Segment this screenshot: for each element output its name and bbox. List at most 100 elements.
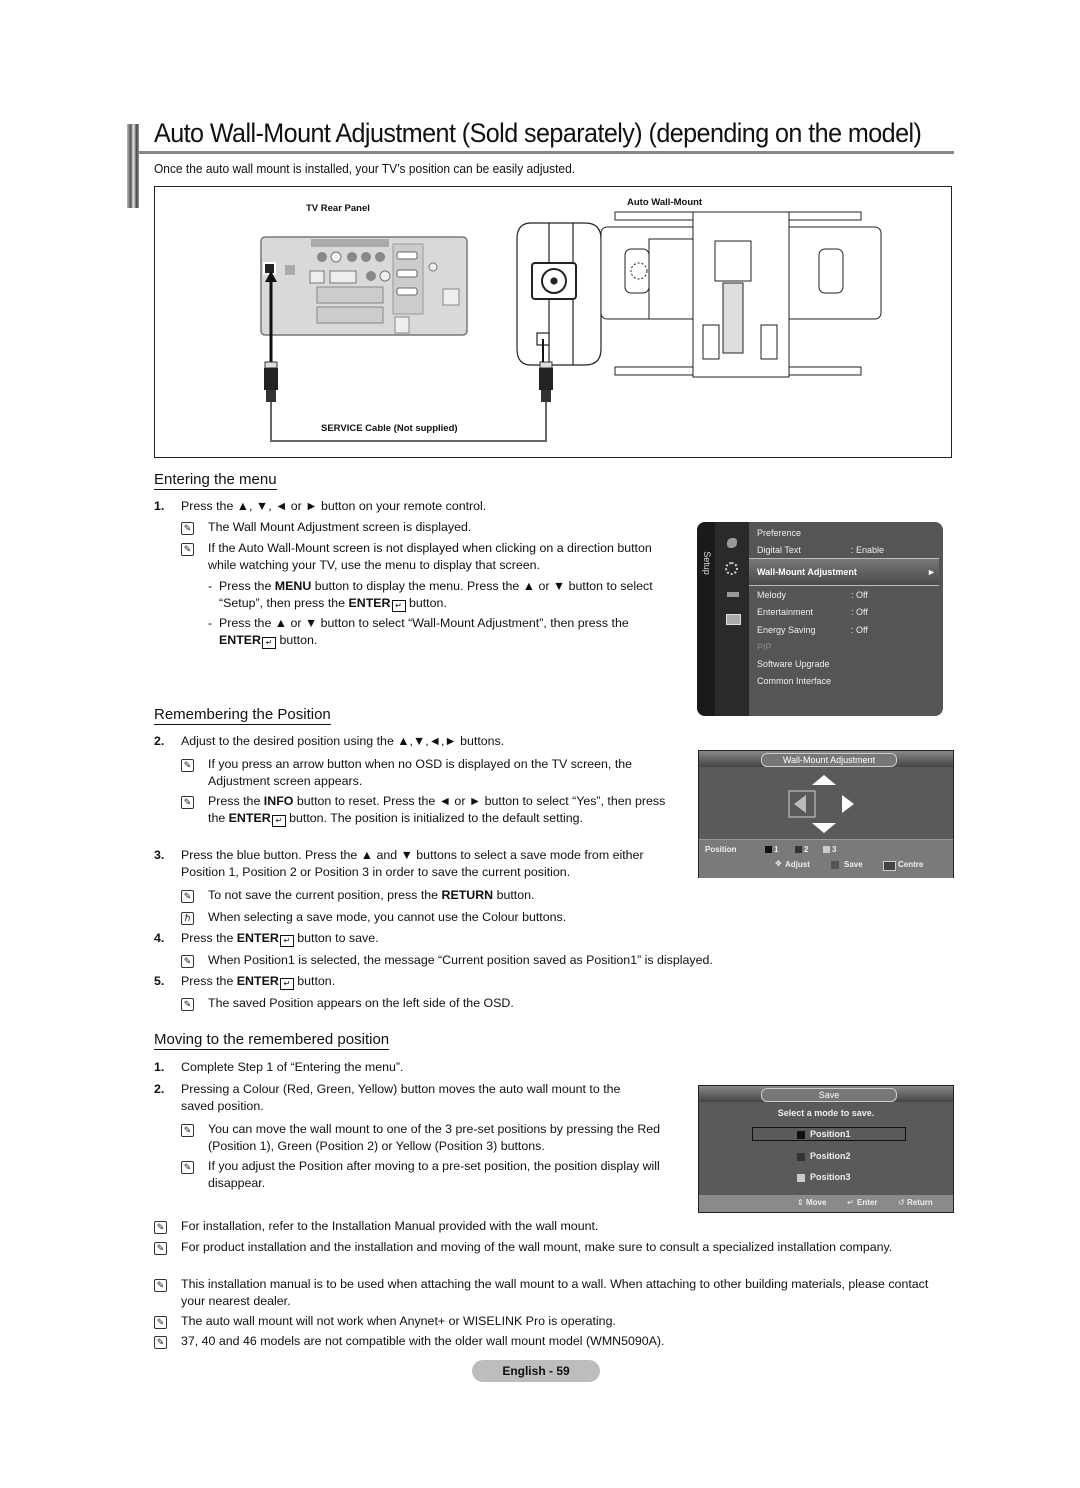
note-icon: ✎: [181, 998, 194, 1011]
save-prompt: Select a mode to save.: [777, 1108, 875, 1118]
bottom-note-4: ✎ The auto wall mount will not work when…: [154, 1313, 934, 1330]
note-icon: ✎: [181, 955, 194, 968]
title-divider: [139, 151, 954, 154]
step-text: Pressing a Colour (Red, Green, Yellow) b…: [181, 1082, 621, 1113]
position-label: Position: [705, 845, 737, 854]
step-number: 2.: [154, 734, 165, 748]
menu-item-energy-saving[interactable]: Energy Saving: [757, 625, 816, 635]
energy-saving-value: : Off: [851, 625, 868, 635]
entertainment-value: : Off: [851, 607, 868, 617]
setup-tab-label[interactable]: Setup: [702, 543, 712, 583]
move-icon: ⇕: [797, 1198, 804, 1207]
sub-text: Press the ▲ or ▼ button to select “Wall-…: [219, 616, 629, 649]
submenu-arrow-icon: ►: [927, 567, 936, 577]
osd-title: Wall-Mount Adjustment: [761, 753, 897, 767]
centre-label[interactable]: Centre: [898, 860, 923, 869]
menu-item-entertainment[interactable]: Entertainment: [757, 607, 813, 617]
note-icon: ✎: [181, 1161, 194, 1174]
position-3-label[interactable]: 3: [832, 845, 836, 854]
digital-text-value: : Enable: [851, 545, 885, 555]
menu-item-melody[interactable]: Melody: [757, 590, 786, 600]
position-2-label[interactable]: 2: [804, 845, 808, 854]
arrow-down-icon[interactable]: [812, 823, 836, 833]
note-text: Press the INFO button to reset. Press th…: [208, 794, 666, 827]
note-text: This installation manual is to be used w…: [181, 1277, 929, 1308]
wall-mount-bracket: [600, 211, 882, 378]
entering-step-1: 1. Press the ▲, ▼, ◄ or ► button on your…: [154, 498, 674, 515]
return-label[interactable]: Return: [907, 1198, 933, 1207]
heading-remembering-position: Remembering the Position: [154, 706, 331, 725]
sub-text: Press the MENU button to display the men…: [219, 579, 653, 612]
save-label[interactable]: Save: [844, 860, 863, 869]
menu-item-pip: PIP: [757, 642, 772, 652]
save-option-position3[interactable]: Position3: [810, 1172, 851, 1182]
moving-step-1: 1. Complete Step 1 of “Entering the menu…: [154, 1059, 674, 1076]
osd-footer: [699, 839, 953, 878]
menu-item-digital-text[interactable]: Digital Text: [757, 545, 801, 555]
caution-icon: ℏ: [181, 912, 194, 925]
setup-menu-osd: Setup Preference Digital Text : Enable W…: [697, 522, 943, 716]
bottom-note-1: ✎ For installation, refer to the Install…: [154, 1218, 934, 1235]
application-icon: [726, 614, 741, 625]
enter-icon: ↵: [391, 600, 406, 612]
picture-icon: [727, 538, 737, 548]
remembering-note-6: ✎ The saved Position appears on the left…: [181, 995, 681, 1012]
intro-text: Once the auto wall mount is installed, y…: [154, 161, 576, 176]
enter-icon: ↵: [262, 637, 276, 649]
note-text: If you press an arrow button when no OSD…: [208, 757, 633, 788]
position-3-swatch: [823, 846, 830, 853]
step-number: 1.: [154, 1060, 165, 1074]
note-icon: ✎: [154, 1316, 167, 1329]
enter-icon: ↵: [279, 935, 294, 947]
note-icon: ✎: [154, 1221, 167, 1234]
move-label: Move: [806, 1198, 827, 1207]
note-text: To not save the current position, press …: [208, 888, 535, 902]
menu-item-software-upgrade[interactable]: Software Upgrade: [757, 659, 830, 669]
note-icon: ✎: [181, 890, 194, 903]
position-1-label[interactable]: 1: [774, 845, 778, 854]
note-text: If the Auto Wall-Mount screen is not dis…: [208, 541, 652, 572]
note-text: The Wall Mount Adjustment screen is disp…: [208, 520, 472, 534]
heading-entering-menu: Entering the menu: [154, 471, 277, 490]
note-icon: ✎: [181, 1124, 194, 1137]
save-option-position2[interactable]: Position2: [810, 1151, 851, 1161]
position-2-swatch: [797, 1153, 805, 1161]
position-1-swatch: [797, 1131, 805, 1139]
bottom-note-5: ✎ 37, 40 and 46 models are not compatibl…: [154, 1333, 934, 1350]
arrow-right-icon[interactable]: [842, 795, 854, 813]
note-icon: ✎: [154, 1336, 167, 1349]
save-option-position1[interactable]: Position1: [810, 1129, 851, 1139]
input-icon: [727, 592, 739, 597]
remembering-note-5: ✎ When Position1 is selected, the messag…: [181, 952, 821, 969]
remembering-step-4: 4. Press the ENTER ↵ button to save.: [154, 930, 674, 947]
moving-note-1: ✎ You can move the wall mount to one of …: [181, 1121, 666, 1155]
remembering-step-2: 2. Adjust to the desired position using …: [154, 733, 674, 750]
arrow-left-icon[interactable]: [794, 795, 806, 813]
gear-icon: [725, 562, 738, 575]
arrow-up-icon[interactable]: [812, 775, 836, 785]
enter-icon: ↵: [847, 1198, 854, 1207]
menu-item-common-interface[interactable]: Common Interface: [757, 676, 831, 686]
note-icon: ✎: [154, 1242, 167, 1255]
note-text: 37, 40 and 46 models are not compatible …: [181, 1334, 665, 1348]
note-icon: ✎: [181, 759, 194, 772]
enter-label[interactable]: Enter: [857, 1198, 877, 1207]
step-text: Adjust to the desired position using the…: [181, 734, 505, 748]
enter-icon: ↵: [271, 815, 286, 827]
step-text: Press the blue button. Press the ▲ and ▼…: [181, 848, 644, 879]
connection-diagram: [260, 211, 882, 442]
note-icon: ✎: [181, 522, 194, 535]
menu-item-preference[interactable]: Preference: [757, 528, 801, 538]
remembering-note-3: ✎ To not save the current position, pres…: [181, 887, 681, 904]
dash-bullet: -: [208, 579, 213, 593]
step-number: 3.: [154, 848, 165, 862]
note-text: You can move the wall mount to one of th…: [208, 1122, 661, 1153]
note-text: When selecting a save mode, you cannot u…: [208, 910, 567, 924]
connection-figure: TV Rear Panel Auto Wall-Mount SERVICE Ca…: [154, 186, 952, 458]
menu-item-wall-mount-adjustment[interactable]: Wall-Mount Adjustment: [757, 567, 857, 577]
note-text: The auto wall mount will not work when A…: [181, 1314, 616, 1328]
melody-value: : Off: [851, 590, 868, 600]
step-number: 2.: [154, 1082, 165, 1096]
step-text: Press the ▲, ▼, ◄ or ► button on your re…: [181, 499, 487, 513]
moving-note-2: ✎ If you adjust the Position after movin…: [181, 1158, 666, 1192]
